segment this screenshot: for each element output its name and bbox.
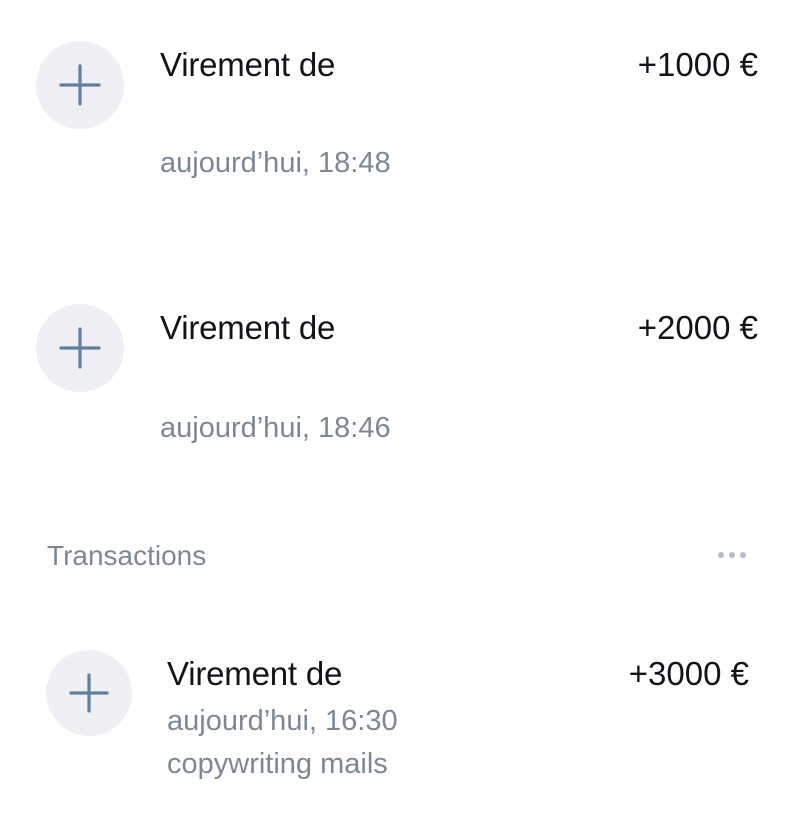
- more-icon[interactable]: [718, 552, 746, 558]
- plus-icon: [59, 64, 101, 106]
- transaction-title: Virement de: [167, 655, 343, 692]
- transaction-amount: +1000 €: [637, 46, 758, 83]
- section-title: Transactions: [47, 540, 207, 571]
- plus-icon: [69, 673, 109, 713]
- plus-icon: [59, 327, 101, 369]
- transaction-amount: +3000 €: [628, 655, 749, 692]
- transaction-date: aujourd’hui, 16:30: [167, 705, 398, 737]
- transaction-title: Virement de: [160, 309, 336, 346]
- transaction-date: aujourd’hui, 18:48: [160, 147, 391, 179]
- transaction-icon-button: [36, 41, 124, 129]
- transaction-date: aujourd’hui, 18:46: [160, 412, 391, 444]
- transaction-icon-button: [46, 650, 132, 736]
- transaction-amount: +2000 €: [637, 309, 758, 346]
- transaction-title: Virement de: [160, 46, 336, 83]
- transaction-note: copywriting mails: [167, 748, 388, 780]
- transaction-icon-button: [36, 304, 124, 392]
